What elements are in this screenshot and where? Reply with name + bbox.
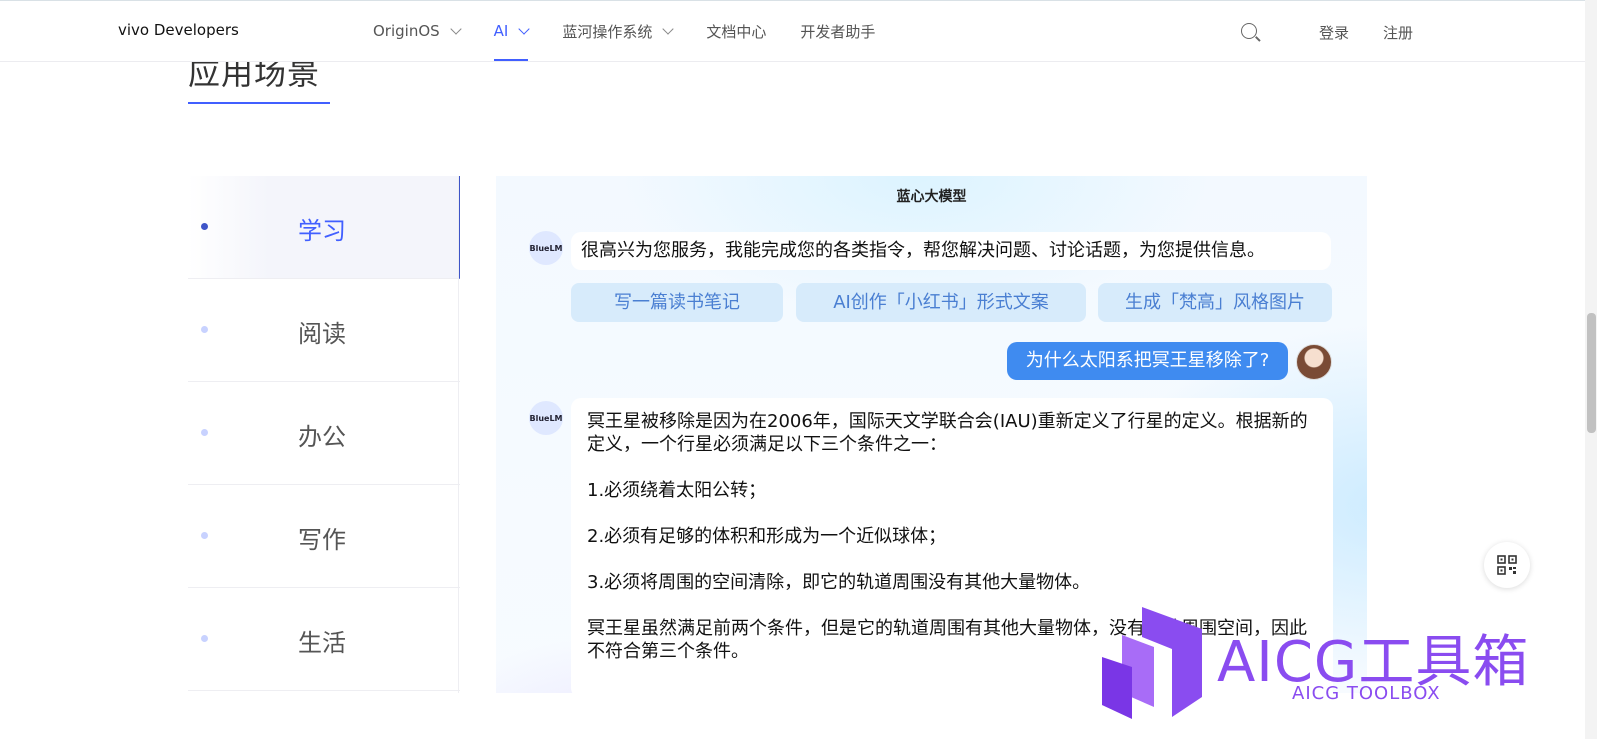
suggestion-chip[interactable]: 写一篇读书笔记 [571, 283, 783, 322]
nav-item-label: AI [493, 22, 509, 40]
suggestion-chip[interactable]: 生成「梵高」风格图片 [1098, 283, 1332, 322]
user-avatar [1296, 344, 1332, 380]
tab-label: 阅读 [298, 320, 346, 348]
nav-item-originos[interactable]: OriginOS [373, 1, 462, 61]
tab-label: 办公 [298, 423, 346, 451]
chevron-down-icon [518, 22, 531, 35]
tab-bullet [201, 326, 208, 333]
tab-label: 生活 [298, 629, 346, 657]
top-navigation: vivo Developers OriginOS AI 蓝河操作系统 文档中心 … [0, 0, 1585, 62]
nav-menu: OriginOS AI 蓝河操作系统 文档中心 开发者助手 [373, 1, 909, 61]
aicg-logo-icon [1102, 607, 1202, 719]
nav-item-docs[interactable]: 文档中心 [706, 1, 766, 61]
nav-item-dev-assistant[interactable]: 开发者助手 [800, 1, 875, 61]
tab-bullet [201, 532, 208, 539]
nav-item-ai[interactable]: AI [493, 1, 531, 61]
aicg-toolbox-watermark: AICG工具箱 AICG TOOLBOX [1102, 607, 1542, 719]
search-icon[interactable] [1241, 23, 1257, 39]
register-link[interactable]: 注册 [1383, 22, 1413, 43]
nav-item-bluelm-os[interactable]: 蓝河操作系统 [562, 1, 675, 61]
watermark-subtitle: AICG TOOLBOX [1292, 683, 1441, 704]
answer-paragraph: 冥王星被移除是因为在2006年，国际天文学联合会(IAU)重新定义了行星的定义。… [587, 411, 1308, 455]
bot-avatar: BlueLM [529, 401, 563, 435]
tab-bullet [201, 223, 208, 230]
qr-code-icon [1497, 555, 1517, 575]
nav-item-label: 文档中心 [706, 22, 767, 41]
tab-bullet [201, 635, 208, 642]
bot-avatar: BlueLM [529, 231, 563, 265]
suggestion-chip[interactable]: AI创作「小红书」形式文案 [796, 283, 1086, 322]
user-message: 为什么太阳系把冥王星移除了? [1007, 342, 1288, 380]
chat-title: 蓝心大模型 [896, 189, 967, 205]
tab-writing[interactable]: 写作 [188, 485, 460, 588]
nav-item-label: 开发者助手 [800, 22, 876, 41]
section-title-underline [188, 102, 330, 104]
tab-office[interactable]: 办公 [188, 382, 460, 485]
tab-label: 学习 [298, 217, 346, 245]
answer-paragraph: 1.必须绕着太阳公转； [587, 480, 767, 501]
login-link[interactable]: 登录 [1319, 22, 1349, 43]
tab-life[interactable]: 生活 [188, 588, 460, 691]
chevron-down-icon [450, 22, 462, 35]
tabs-divider [458, 176, 459, 693]
answer-paragraph: 3.必须将周围的空间清除，即它的轨道周围没有其他大量物体。 [587, 572, 1091, 593]
answer-paragraph: 2.必须有足够的体积和形成为一个近似球体； [587, 526, 947, 547]
chevron-down-icon [662, 22, 675, 35]
tab-reading[interactable]: 阅读 [188, 279, 460, 382]
nav-item-label: OriginOS [373, 22, 440, 40]
scenario-tabs: 学习 阅读 办公 写作 生活 [188, 176, 460, 691]
tab-study[interactable]: 学习 [188, 176, 460, 279]
tab-bullet [201, 429, 208, 436]
tab-label: 写作 [298, 526, 346, 554]
brand-logo[interactable]: vivo Developers [118, 21, 239, 39]
bot-greeting-message: 很高兴为您服务，我能完成您的各类指令，帮您解决问题、讨论话题，为您提供信息。 [571, 232, 1331, 270]
nav-item-label: 蓝河操作系统 [562, 22, 653, 41]
qr-code-button[interactable] [1484, 542, 1530, 588]
page-scrollbar-thumb[interactable] [1587, 313, 1596, 433]
